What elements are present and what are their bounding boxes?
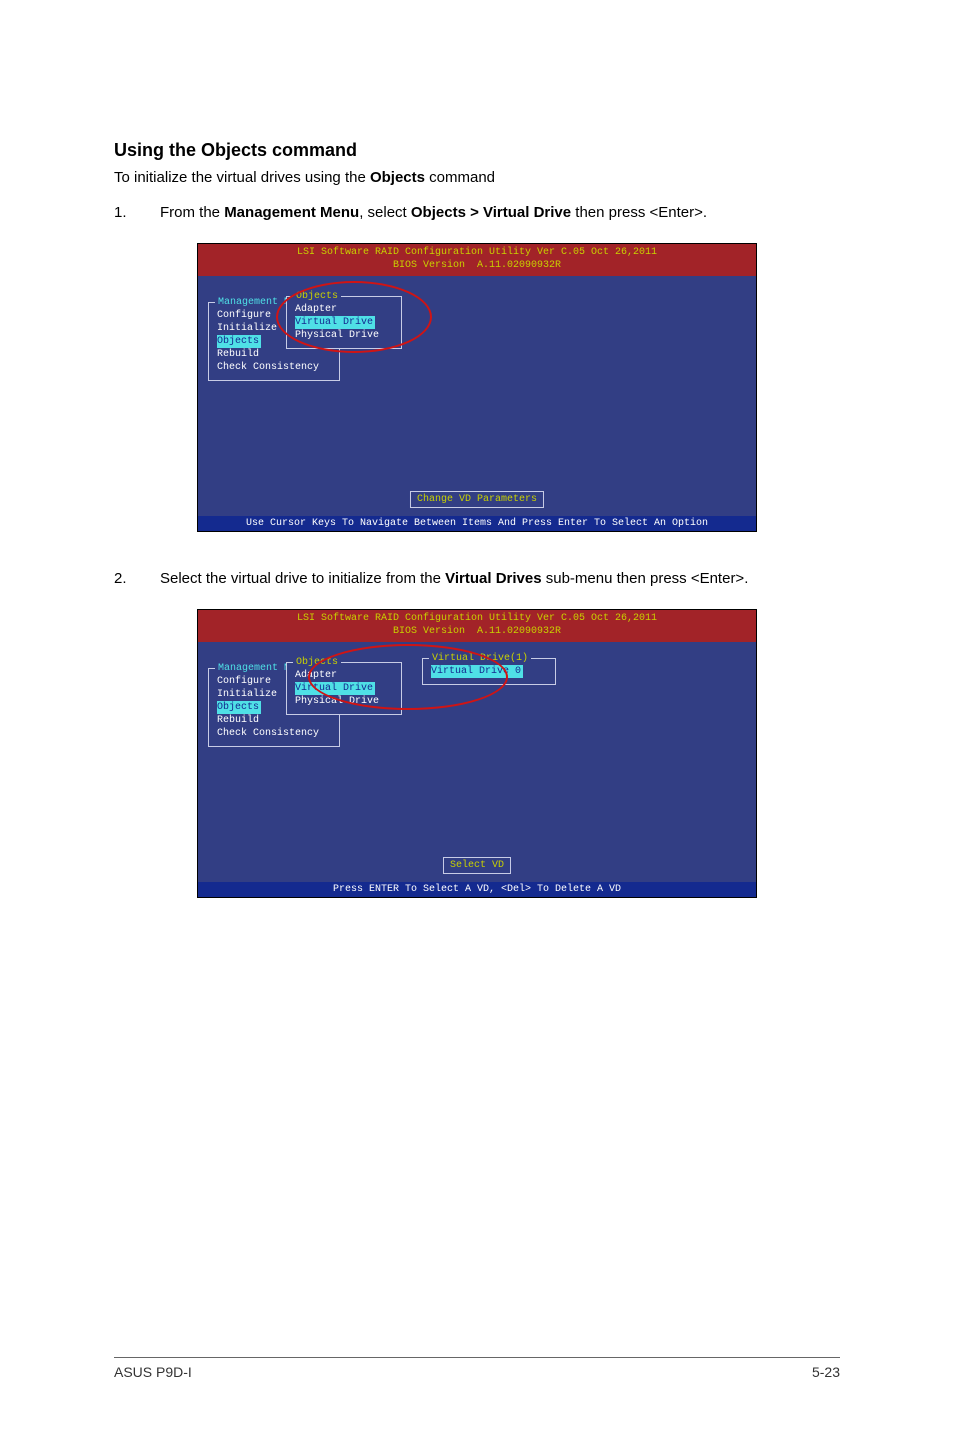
objects-panel-2: Objects Adapter Virtual Drive Physical D… bbox=[286, 662, 402, 715]
mgmt2-item-objects[interactable]: Objects bbox=[217, 701, 261, 714]
intro-paragraph: To initialize the virtual drives using t… bbox=[114, 167, 840, 188]
mgmt-item-check-consistency[interactable]: Check Consistency bbox=[217, 361, 331, 374]
objects-item-virtual-drive[interactable]: Virtual Drive bbox=[295, 316, 375, 329]
bios-screenshot-1: LSI Software RAID Configuration Utility … bbox=[197, 243, 757, 532]
bios1-footer: Use Cursor Keys To Navigate Between Item… bbox=[198, 516, 756, 531]
bios2-footer: Press ENTER To Select A VD, <Del> To Del… bbox=[198, 882, 756, 897]
s1-b2: Objects > Virtual Drive bbox=[411, 204, 571, 221]
mgmt2-item-rebuild[interactable]: Rebuild bbox=[217, 714, 331, 727]
mgmt-item-rebuild[interactable]: Rebuild bbox=[217, 348, 331, 361]
bios-screenshot-2: LSI Software RAID Configuration Utility … bbox=[197, 609, 757, 898]
bios1-header: LSI Software RAID Configuration Utility … bbox=[198, 244, 756, 276]
bios1-title1: LSI Software RAID Configuration Utility … bbox=[297, 247, 657, 258]
objects-panel-title-2: Objects bbox=[293, 657, 341, 668]
objects-item-physical-drive[interactable]: Physical Drive bbox=[295, 329, 393, 342]
virtual-drive-panel-title: Virtual Drive(1) bbox=[429, 653, 531, 664]
intro-post: command bbox=[425, 169, 495, 186]
step-1: 1. From the Management Menu, select Obje… bbox=[114, 202, 840, 223]
footer-left: ASUS P9D-I bbox=[114, 1364, 192, 1380]
objects-item-adapter[interactable]: Adapter bbox=[295, 303, 393, 316]
s2-t2: sub-menu then press <Enter>. bbox=[542, 570, 749, 587]
objects2-item-physical-drive[interactable]: Physical Drive bbox=[295, 695, 393, 708]
s1-t3: then press <Enter>. bbox=[571, 204, 707, 221]
bios2-title2: BIOS Version A.11.02090932R bbox=[393, 626, 561, 637]
bios1-hint: Change VD Parameters bbox=[410, 491, 544, 508]
s1-b1: Management Menu bbox=[224, 204, 359, 221]
objects2-item-virtual-drive[interactable]: Virtual Drive bbox=[295, 682, 375, 695]
s2-b1: Virtual Drives bbox=[445, 570, 541, 587]
section-heading: Using the Objects command bbox=[114, 140, 840, 161]
virtual-drive-panel: Virtual Drive(1) Virtual Drive 0 bbox=[422, 658, 556, 685]
bios2-body: Management Menu Configure Initialize Obj… bbox=[198, 642, 756, 882]
bios2-title1: LSI Software RAID Configuration Utility … bbox=[297, 613, 657, 624]
step-2: 2. Select the virtual drive to initializ… bbox=[114, 568, 840, 589]
bios1-body: Management Menu Configure Initialize Obj… bbox=[198, 276, 756, 516]
bios1-title2: BIOS Version A.11.02090932R bbox=[393, 260, 561, 271]
footer-right: 5-23 bbox=[812, 1364, 840, 1380]
s2-t1: Select the virtual drive to initialize f… bbox=[160, 570, 445, 587]
page-footer: ASUS P9D-I 5-23 bbox=[114, 1357, 840, 1380]
intro-pre: To initialize the virtual drives using t… bbox=[114, 169, 370, 186]
step-2-text: Select the virtual drive to initialize f… bbox=[160, 568, 840, 589]
s1-t2: , select bbox=[359, 204, 411, 221]
step-1-text: From the Management Menu, select Objects… bbox=[160, 202, 840, 223]
mgmt-item-objects[interactable]: Objects bbox=[217, 335, 261, 348]
step-1-number: 1. bbox=[114, 202, 160, 223]
virtual-drive-item-0[interactable]: Virtual Drive 0 bbox=[431, 665, 523, 678]
bios2-header: LSI Software RAID Configuration Utility … bbox=[198, 610, 756, 642]
intro-bold: Objects bbox=[370, 169, 425, 186]
objects-panel: Objects Adapter Virtual Drive Physical D… bbox=[286, 296, 402, 349]
objects-panel-title: Objects bbox=[293, 291, 341, 302]
step-2-number: 2. bbox=[114, 568, 160, 589]
objects2-item-adapter[interactable]: Adapter bbox=[295, 669, 393, 682]
s1-t1: From the bbox=[160, 204, 224, 221]
bios2-hint: Select VD bbox=[443, 857, 511, 874]
mgmt2-item-check-consistency[interactable]: Check Consistency bbox=[217, 727, 331, 740]
